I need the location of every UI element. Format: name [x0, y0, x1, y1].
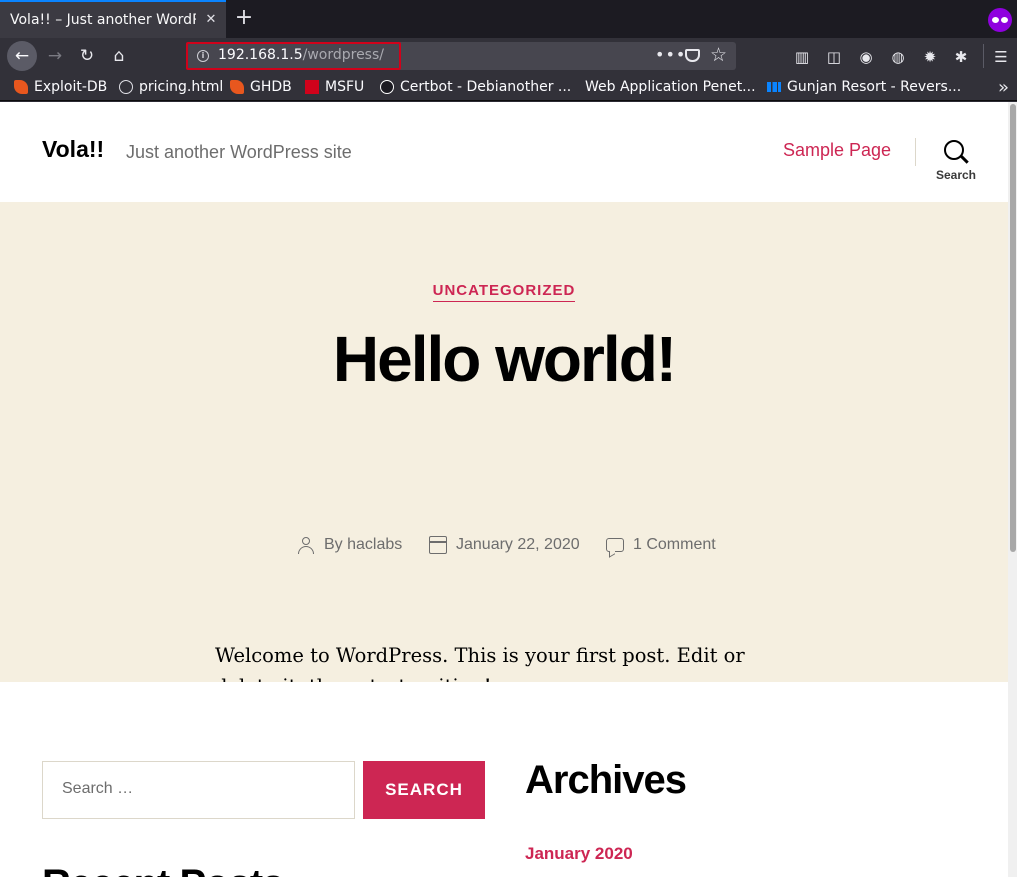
footer-widgets: Search … SEARCH Archives January 2020 Re…	[0, 682, 1008, 877]
tab-title: Vola!! – Just another WordPress site	[10, 12, 196, 28]
forward-button[interactable]: →	[40, 41, 70, 71]
archives-heading: Archives	[525, 758, 687, 802]
bug-extension-icon[interactable]: ✱	[951, 47, 971, 67]
recent-posts-heading: Recent Posts	[42, 862, 284, 877]
user-icon	[297, 536, 315, 554]
new-tab-button[interactable]: +	[232, 6, 256, 30]
home-button[interactable]: ⌂	[104, 41, 134, 71]
post-title[interactable]: Hello world!	[0, 322, 1008, 396]
search-submit-button[interactable]: SEARCH	[363, 761, 485, 819]
site-title[interactable]: Vola!!	[42, 136, 104, 163]
bookmarks-bar: Exploit-DB pricing.html GHDB MSFU Certbo…	[0, 74, 1017, 101]
header-separator	[915, 138, 916, 166]
url-text[interactable]: 192.168.1.5/wordpress/	[218, 47, 384, 63]
site-header: Vola!! Just another WordPress site Sampl…	[0, 102, 1008, 202]
bookmark-label: Gunjan Resort - Revers...	[787, 79, 962, 95]
bookmark-exploit-db[interactable]: Exploit-DB	[14, 79, 107, 95]
search-icon	[944, 140, 969, 164]
reload-button[interactable]: ↻	[72, 41, 102, 71]
menu-sample-page[interactable]: Sample Page	[783, 140, 891, 161]
pocket-icon[interactable]	[685, 49, 700, 62]
sync-icon[interactable]: ◉	[856, 47, 876, 67]
bookmark-star-icon[interactable]: ☆	[710, 44, 727, 66]
post-date: January 22, 2020	[429, 536, 580, 554]
post-hero: UNCATEGORIZED Hello world! By haclabs Ja…	[0, 202, 1008, 698]
ghdb-icon	[230, 80, 244, 94]
settings-extension-icon[interactable]: ✹	[920, 47, 940, 67]
tab-active[interactable]: Vola!! – Just another WordPress site ✕	[0, 0, 226, 38]
exploit-db-icon	[14, 80, 28, 94]
post-author: By haclabs	[297, 536, 402, 554]
bookmark-msfu[interactable]: MSFU	[305, 79, 364, 95]
url-path: /wordpress/	[302, 47, 384, 63]
search-input[interactable]: Search …	[42, 761, 355, 819]
chart-icon	[767, 82, 781, 92]
web-page: Vola!! Just another WordPress site Sampl…	[0, 102, 1017, 877]
globe-icon	[119, 80, 133, 94]
hamburger-menu-icon[interactable]: ☰	[991, 47, 1011, 67]
archive-link-january-2020[interactable]: January 2020	[525, 844, 633, 864]
bookmark-gunjan-resort[interactable]: Gunjan Resort - Revers...	[767, 79, 961, 95]
toolbar-separator	[983, 44, 984, 68]
bookmark-label: MSFU	[325, 79, 365, 95]
bookmark-label: pricing.html	[139, 79, 224, 95]
date-link[interactable]: January 22, 2020	[456, 536, 580, 554]
scrollbar-thumb[interactable]	[1010, 104, 1016, 552]
tab-bar: Vola!! – Just another WordPress site ✕ +	[0, 0, 1017, 38]
bookmark-label: Certbot - Debianother ...	[400, 79, 572, 95]
bookmark-web-app[interactable]: Web Application Penet...	[575, 79, 756, 95]
page-actions-icon[interactable]: •••	[655, 45, 686, 64]
bookmark-pricing[interactable]: pricing.html	[119, 79, 223, 95]
bookmark-label: Web Application Penet...	[585, 79, 756, 95]
comments-link[interactable]: 1 Comment	[633, 536, 716, 554]
post-category: UNCATEGORIZED	[0, 280, 1008, 302]
bookmark-label: GHDB	[250, 79, 292, 95]
certbot-icon	[380, 80, 394, 94]
post-comments: 1 Comment	[606, 536, 716, 554]
search-toggle-label: Search	[935, 168, 977, 182]
library-icon[interactable]: ▥	[792, 47, 812, 67]
comment-icon	[606, 538, 624, 552]
bookmark-certbot[interactable]: Certbot - Debianother ...	[380, 79, 571, 95]
globe-extension-icon[interactable]: ◍	[888, 47, 908, 67]
category-link[interactable]: UNCATEGORIZED	[432, 282, 576, 302]
bookmark-ghdb[interactable]: GHDB	[230, 79, 292, 95]
more-bookmarks-icon[interactable]: »	[998, 77, 1009, 98]
sidebar-icon[interactable]: ◫	[824, 47, 844, 67]
close-tab-icon[interactable]: ✕	[202, 11, 220, 29]
private-browsing-icon	[988, 8, 1012, 32]
search-toggle-button[interactable]: Search	[934, 140, 978, 182]
bookmark-label: Exploit-DB	[34, 79, 108, 95]
calendar-icon	[429, 536, 447, 554]
search-placeholder: Search …	[62, 780, 134, 797]
back-button[interactable]: ←	[7, 41, 37, 71]
web-icon	[575, 80, 579, 94]
msfu-icon	[305, 80, 319, 94]
author-link[interactable]: By haclabs	[324, 536, 402, 554]
site-info-icon[interactable]: i	[197, 50, 209, 62]
url-host: 192.168.1.5	[218, 47, 303, 63]
site-description: Just another WordPress site	[126, 142, 352, 162]
page-scrollbar[interactable]	[1008, 102, 1017, 877]
